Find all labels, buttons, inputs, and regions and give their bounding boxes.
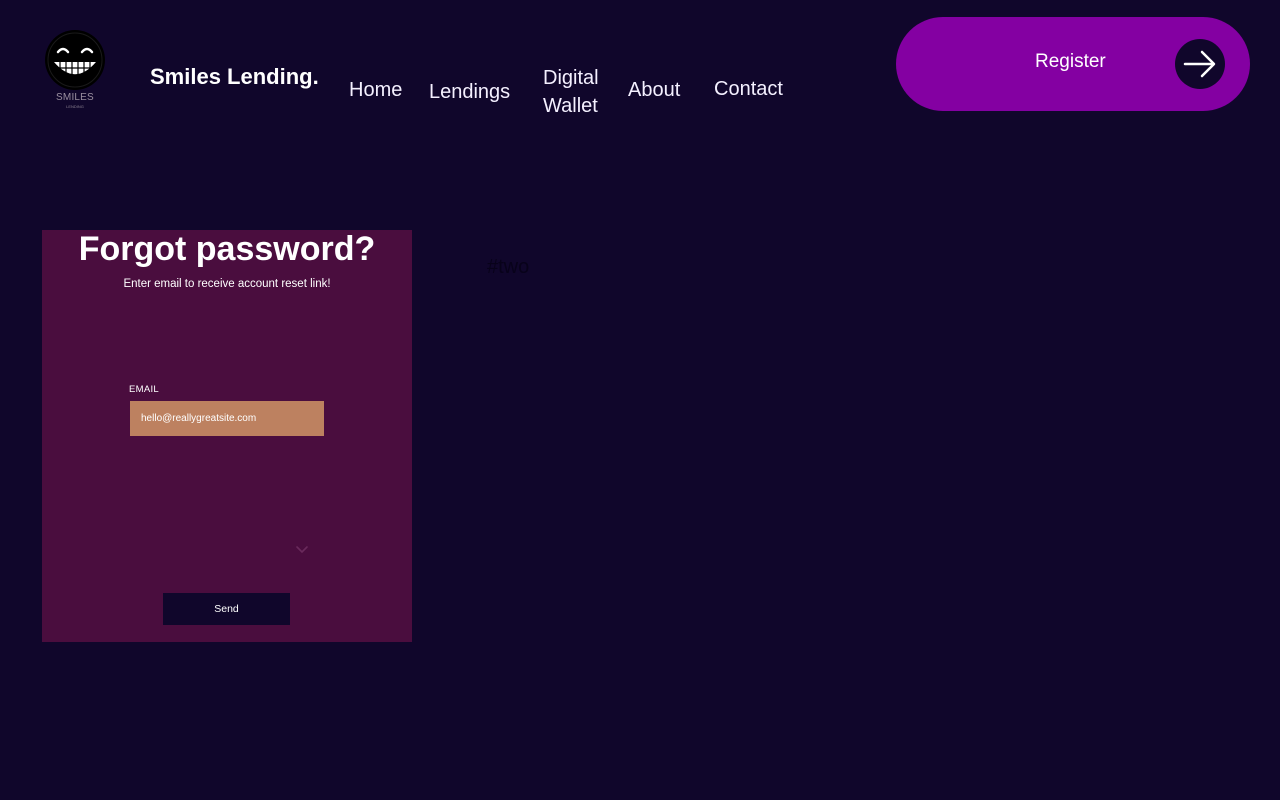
- register-arrow-circle: [1175, 39, 1225, 89]
- email-label: EMAIL: [129, 384, 160, 395]
- nav-digital-wallet[interactable]: Digital Wallet: [543, 64, 613, 120]
- logo-text: SMILES: [56, 92, 94, 103]
- logo-subtext: LENDING: [66, 104, 84, 109]
- nav-about[interactable]: About: [628, 76, 680, 104]
- page-subtitle: Enter email to receive account reset lin…: [123, 278, 331, 290]
- forgot-password-panel: Forgot password? Enter email to receive …: [42, 230, 412, 642]
- register-label: Register: [1035, 51, 1106, 72]
- arrow-right-icon: [1183, 50, 1216, 78]
- email-field[interactable]: [130, 401, 324, 436]
- chevron-down-icon[interactable]: [295, 545, 309, 555]
- nav-lendings[interactable]: Lendings: [429, 78, 510, 106]
- register-button[interactable]: Register: [896, 17, 1250, 111]
- nav-home[interactable]: Home: [349, 76, 402, 104]
- brand-name[interactable]: Smiles Lending.: [150, 64, 319, 90]
- section-anchor-text: #two: [487, 256, 530, 278]
- nav-contact[interactable]: Contact: [714, 75, 783, 103]
- page-title: Forgot password?: [78, 230, 376, 268]
- send-button[interactable]: Send: [163, 593, 290, 625]
